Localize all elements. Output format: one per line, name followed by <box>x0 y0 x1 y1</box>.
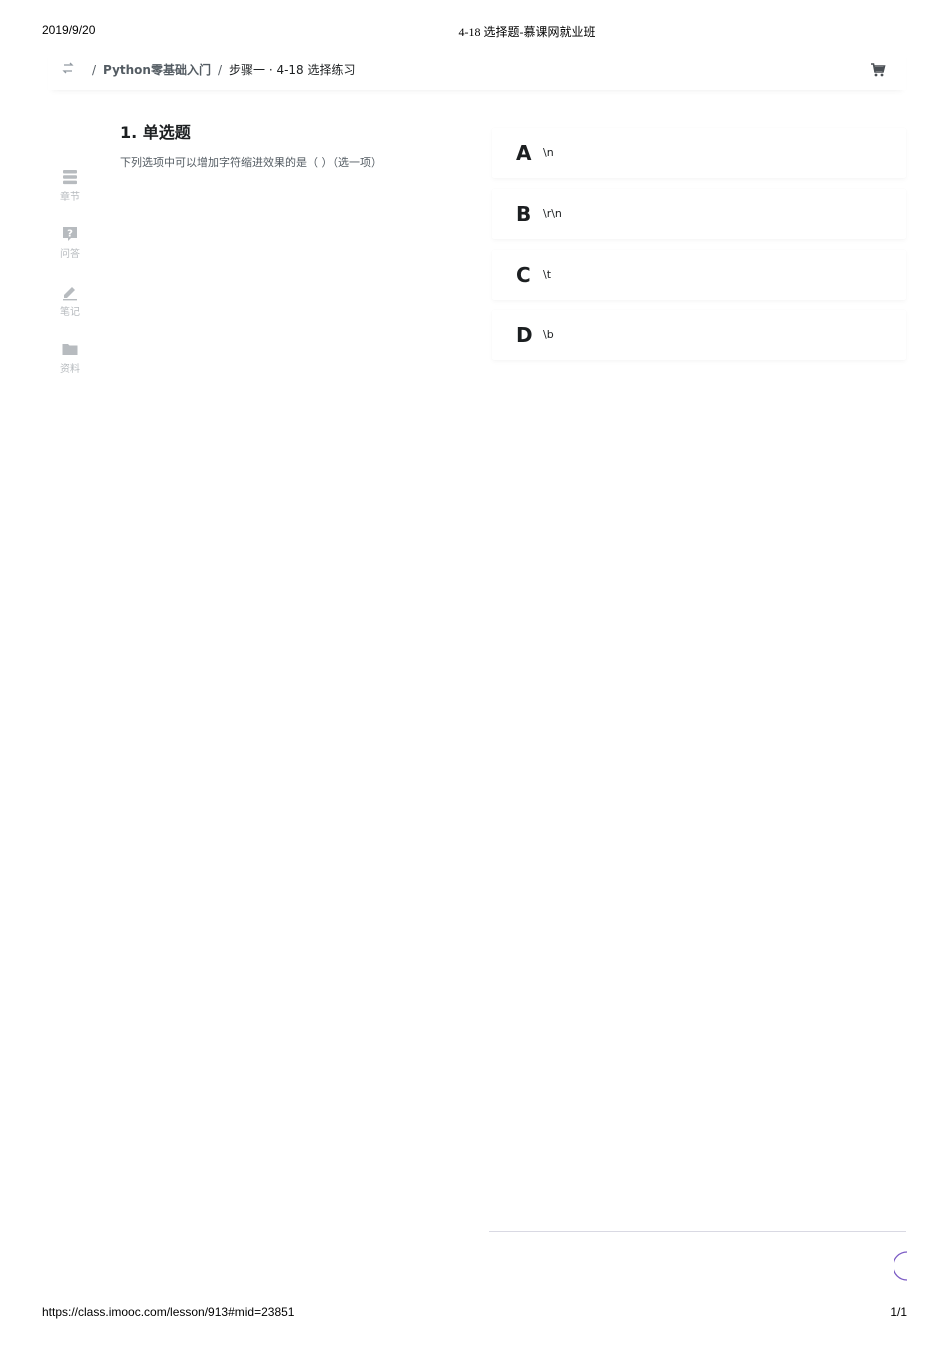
breadcrumb-separator: / <box>92 62 97 77</box>
print-url: https://class.imooc.com/lesson/913#mid=2… <box>42 1305 295 1319</box>
sidebar-item-label: 问答 <box>60 249 80 260</box>
sidebar-item-label: 笔记 <box>60 307 80 318</box>
sidebar-item-label: 资料 <box>60 364 80 375</box>
folder-icon <box>62 344 78 355</box>
chapters-icon <box>63 170 77 185</box>
top-navigation-bar: / Python零基础入门 / 步骤一 · 4-18 选择练习 <box>48 50 906 90</box>
option-value: \t <box>543 268 552 281</box>
option-letter: B <box>516 202 532 226</box>
sidebar-item-materials[interactable]: 资料 <box>48 340 92 375</box>
question-title: 1. 单选题 <box>120 123 191 142</box>
cart-icon[interactable] <box>870 62 886 78</box>
breadcrumb: / Python零基础入门 / 步骤一 · 4-18 选择练习 <box>85 61 356 78</box>
sidebar-item-label: 章节 <box>60 192 80 203</box>
sidebar-item-chapters[interactable]: 章节 <box>48 168 92 203</box>
question-text: 下列选项中可以增加字符缩进效果的是（ ）（选一项） <box>120 156 382 169</box>
option-letter: A <box>516 141 532 165</box>
option-value: \b <box>543 328 554 341</box>
breadcrumb-course-link[interactable]: Python零基础入门 <box>103 61 211 78</box>
pencil-icon <box>63 287 77 301</box>
option-value: \n <box>543 146 554 159</box>
svg-text:?: ? <box>67 229 73 240</box>
sidebar-item-notes[interactable]: 笔记 <box>48 283 92 318</box>
switch-icon[interactable] <box>61 61 75 75</box>
option-value: \r\n <box>543 207 562 220</box>
footer-divider <box>489 1231 906 1232</box>
option-letter: C <box>516 263 531 287</box>
print-title: 4-18 选择题-慕课网就业班 <box>458 25 596 39</box>
sidebar-item-qa[interactable]: ? 问答 <box>48 225 92 260</box>
progress-ring-icon <box>894 1251 908 1281</box>
option-b[interactable]: B \r\n <box>492 189 906 239</box>
breadcrumb-separator: / <box>217 62 223 77</box>
question-icon: ? <box>63 227 77 241</box>
option-c[interactable]: C \t <box>492 250 906 300</box>
option-a[interactable]: A \n <box>492 128 906 178</box>
option-d[interactable]: D \b <box>492 310 906 360</box>
breadcrumb-current-step: 步骤一 · 4-18 选择练习 <box>229 63 356 77</box>
option-letter: D <box>516 323 533 347</box>
print-page-number: 1/1 <box>890 1305 907 1319</box>
